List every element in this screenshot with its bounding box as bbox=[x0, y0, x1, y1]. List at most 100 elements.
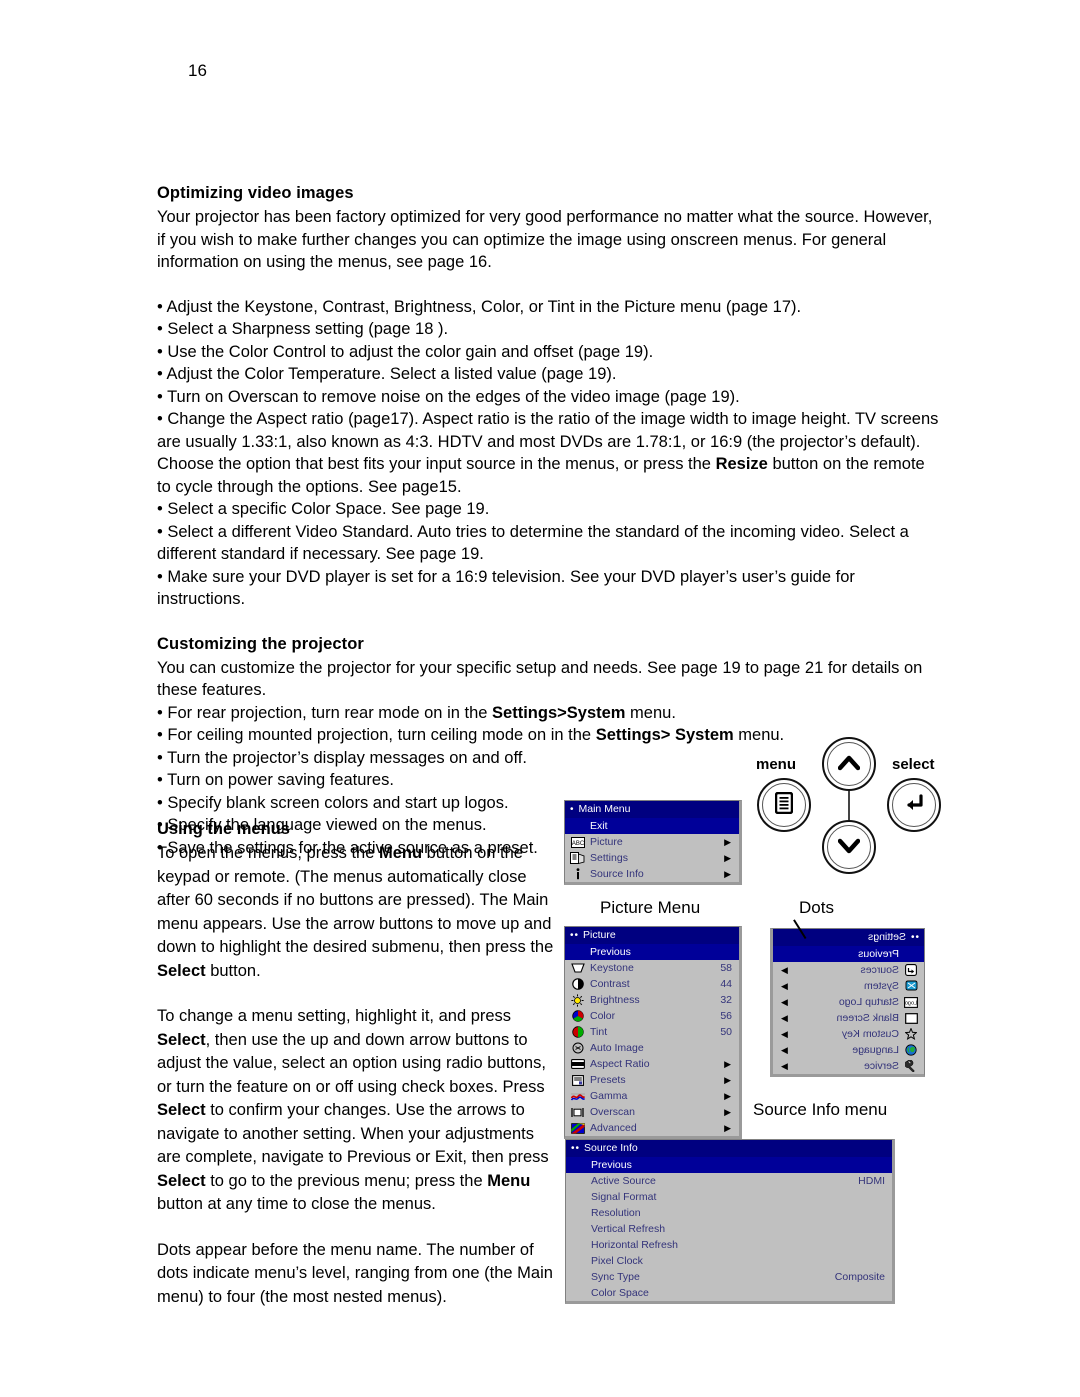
submenu-arrow-icon: ▶ bbox=[724, 869, 731, 879]
up-arrow-button[interactable] bbox=[822, 737, 876, 791]
list-item: • Adjust the Color Temperature. Select a… bbox=[157, 365, 617, 383]
settings-icon bbox=[570, 852, 585, 865]
osd-picture-menu-titlebar: •• Picture bbox=[565, 927, 739, 944]
osd-row-label: Exit bbox=[590, 820, 608, 832]
osd-row-label: Aspect Ratio bbox=[590, 1058, 650, 1070]
osd-row-overscan[interactable]: Overscan ▶ bbox=[565, 1104, 739, 1120]
osd-row-label: Horizontal Refresh bbox=[591, 1239, 678, 1251]
osd-row-label: Picture bbox=[590, 836, 623, 848]
osd-row-label: Startup Logo bbox=[838, 996, 899, 1008]
osd-row-custom-key[interactable]: Custom Key ▶ bbox=[773, 1026, 924, 1042]
osd-row-previous[interactable]: Previous bbox=[566, 1157, 892, 1173]
osd-main-menu[interactable]: • Main Menu Exit ABC Picture ▶ Settings … bbox=[564, 800, 742, 885]
osd-row-value: 50 bbox=[720, 1026, 732, 1038]
open-menus-text-c: button. bbox=[205, 961, 261, 980]
osd-row-label: Active Source bbox=[591, 1175, 656, 1187]
osd-row-exit[interactable]: Exit bbox=[565, 818, 739, 834]
osd-row-startup-logo[interactable]: Logo Startup Logo ▶ bbox=[773, 994, 924, 1010]
osd-row-language[interactable]: Language ▶ bbox=[773, 1042, 924, 1058]
list-item: • Turn on Overscan to remove noise on th… bbox=[157, 387, 740, 406]
osd-row-label: Pixel Clock bbox=[591, 1255, 643, 1267]
osd-source-info-menu[interactable]: •• Source Info Previous Active Source HD… bbox=[565, 1139, 895, 1304]
callout-source-info-menu: Source Info menu bbox=[753, 1100, 888, 1119]
aspect-bold-resize: Resize bbox=[715, 455, 768, 473]
osd-row-sources[interactable]: Sources ▶ bbox=[773, 962, 924, 978]
using-the-menus-column: Using the menus To open the menus, press… bbox=[157, 818, 557, 1309]
osd-row-label: System bbox=[863, 980, 899, 992]
osd-row-label: Sources bbox=[860, 964, 899, 976]
osd-row-picture[interactable]: ABC Picture ▶ bbox=[565, 834, 739, 850]
ceiling-text-pre: • For ceiling mounted projection, turn c… bbox=[157, 726, 596, 744]
submenu-arrow-icon: ▶ bbox=[781, 981, 788, 991]
overscan-icon bbox=[570, 1106, 585, 1119]
osd-row-resolution: Resolution bbox=[566, 1205, 892, 1221]
osd-settings-menu-title: Settings bbox=[868, 931, 906, 943]
osd-row-gamma[interactable]: Gamma ▶ bbox=[565, 1088, 739, 1104]
sources-icon bbox=[904, 964, 919, 977]
change-text-b: , then use the up and down arrow buttons… bbox=[157, 1030, 546, 1096]
submenu-arrow-icon: ▶ bbox=[781, 965, 788, 975]
osd-row-value: 32 bbox=[720, 994, 732, 1006]
osd-main-menu-title: Main Menu bbox=[578, 803, 631, 815]
keystone-icon bbox=[570, 962, 585, 975]
osd-row-label: Previous bbox=[858, 948, 899, 960]
osd-row-label: Sync Type bbox=[591, 1271, 640, 1283]
bold-select-4: Select bbox=[157, 1171, 206, 1190]
paragraph-optimizing-intro: Your projector has been factory optimize… bbox=[157, 208, 933, 271]
submenu-arrow-icon: ▶ bbox=[724, 1059, 731, 1069]
blank-screen-icon bbox=[904, 1012, 919, 1025]
osd-row-label: Custom Key bbox=[841, 1028, 899, 1040]
submenu-arrow-icon: ▶ bbox=[724, 837, 731, 847]
osd-settings-menu-titlebar: •• Settings bbox=[773, 929, 924, 946]
system-icon bbox=[904, 980, 919, 993]
osd-row-settings[interactable]: Settings ▶ bbox=[565, 850, 739, 866]
menu-list-icon bbox=[774, 791, 794, 818]
brightness-icon bbox=[570, 993, 585, 1007]
osd-row-contrast[interactable]: Contrast 44 bbox=[565, 976, 739, 992]
osd-row-previous[interactable]: Previous bbox=[565, 944, 739, 960]
osd-row-label: Signal Format bbox=[591, 1191, 657, 1203]
osd-row-label: Blank Screen bbox=[836, 1012, 899, 1024]
osd-row-presets[interactable]: Presets ▶ bbox=[565, 1072, 739, 1088]
down-arrow-button[interactable] bbox=[822, 820, 876, 874]
osd-row-aspect-ratio[interactable]: Aspect Ratio ▶ bbox=[565, 1056, 739, 1072]
auto-image-icon bbox=[570, 1042, 585, 1055]
keypad-menu-label: menu bbox=[756, 756, 797, 773]
aspect-ratio-icon bbox=[570, 1058, 585, 1071]
rear-bold-settings-system: Settings>System bbox=[492, 703, 626, 722]
osd-row-system[interactable]: System ▶ bbox=[773, 978, 924, 994]
select-button[interactable] bbox=[887, 778, 941, 832]
callout-dots: Dots bbox=[799, 898, 834, 917]
osd-row-label: Overscan bbox=[590, 1106, 635, 1118]
rear-text-post: menu. bbox=[625, 703, 676, 722]
menu-button[interactable] bbox=[757, 778, 811, 832]
osd-row-previous[interactable]: Previous bbox=[773, 946, 924, 962]
star-icon bbox=[904, 1028, 919, 1041]
osd-row-label: Presets bbox=[590, 1074, 626, 1086]
osd-row-brightness[interactable]: Brightness 32 bbox=[565, 992, 739, 1008]
osd-picture-menu[interactable]: •• Picture Previous Keystone 58 Contrast… bbox=[564, 926, 742, 1139]
osd-row-advanced[interactable]: Advanced ▶ bbox=[565, 1120, 739, 1136]
osd-row-color[interactable]: Color 56 bbox=[565, 1008, 739, 1024]
list-item: • Use the Color Control to adjust the co… bbox=[157, 342, 654, 361]
osd-row-auto-image[interactable]: Auto Image bbox=[565, 1040, 739, 1056]
submenu-arrow-icon: ▶ bbox=[724, 1123, 731, 1133]
osd-row-tint[interactable]: Tint 50 bbox=[565, 1024, 739, 1040]
osd-row-vertical-refresh: Vertical Refresh bbox=[566, 1221, 892, 1237]
osd-row-keystone[interactable]: Keystone 58 bbox=[565, 960, 739, 976]
osd-row-service[interactable]: Service ▶ bbox=[773, 1058, 924, 1074]
list-item: • Select a Sharpness setting (page 18 ). bbox=[157, 320, 449, 338]
osd-row-label: Color Space bbox=[591, 1287, 649, 1299]
osd-source-info-titlebar: •• Source Info bbox=[566, 1140, 892, 1157]
osd-row-source-info[interactable]: Source Info ▶ bbox=[565, 866, 739, 882]
heading-optimizing-video-images: Optimizing video images bbox=[157, 184, 354, 202]
osd-row-blank-screen[interactable]: Blank Screen ▶ bbox=[773, 1010, 924, 1026]
bold-select-2: Select bbox=[157, 1030, 206, 1049]
osd-row-value: Composite bbox=[834, 1271, 885, 1283]
osd-row-pixel-clock: Pixel Clock bbox=[566, 1253, 892, 1269]
submenu-arrow-icon: ▶ bbox=[724, 1091, 731, 1101]
osd-settings-menu-mirrored[interactable]: •• Settings Previous Sources ▶ System ▶ … bbox=[770, 928, 925, 1077]
rear-text-pre: • For rear projection, turn rear mode on… bbox=[157, 703, 493, 722]
gamma-icon bbox=[570, 1090, 585, 1103]
osd-row-label: Contrast bbox=[590, 978, 630, 990]
